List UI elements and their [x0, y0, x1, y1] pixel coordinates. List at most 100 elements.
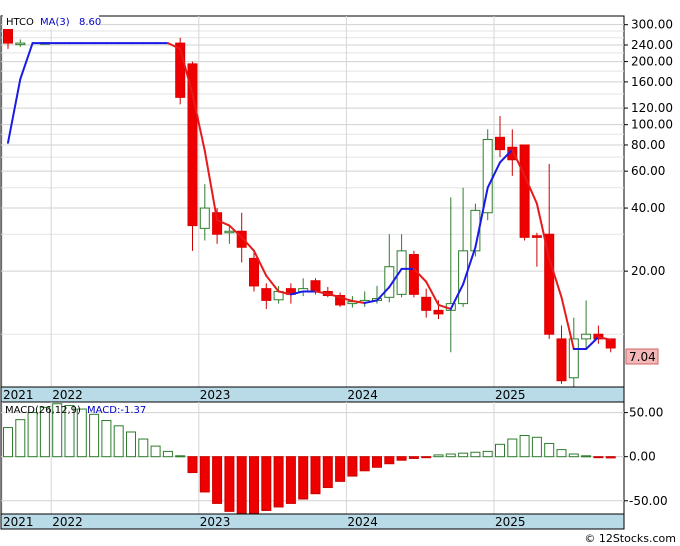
macd-bar [544, 442, 555, 458]
macd-bar [138, 438, 149, 458]
macd-bar [384, 456, 395, 465]
macd-bar [113, 425, 124, 458]
macd-bar [359, 456, 370, 472]
price-legend: HTCO MA(3) 8.60 [3, 15, 101, 29]
x-axis-label: 2022 [52, 515, 83, 529]
macd-bar [445, 453, 456, 458]
macd-bar [150, 445, 161, 458]
macd-title: MACD(26,12,9) [5, 405, 81, 416]
macd-bar [433, 454, 444, 458]
macd-bar [408, 456, 419, 459]
macd-bar [76, 408, 87, 458]
candle-body [15, 42, 26, 46]
watermark: © 12Stocks.com [584, 532, 676, 545]
candle-body [544, 233, 555, 335]
macd-bar [27, 412, 38, 458]
macd-bar [372, 456, 382, 468]
x-axis-label: 2024 [347, 388, 378, 402]
macd-y-tick-label: -50.00 [629, 494, 668, 508]
candle-body [421, 296, 432, 311]
macd-y-tick-label: 50.00 [629, 406, 663, 420]
candle-body [310, 280, 321, 292]
x-axis-label: 2024 [347, 515, 378, 529]
price-y-tick-label: 80.00 [631, 138, 665, 152]
macd-bar [89, 413, 100, 458]
macd-bar [605, 456, 616, 459]
macd-bar [507, 438, 518, 458]
macd-bar [199, 456, 210, 493]
macd-value: MACD:-1.37 [87, 405, 146, 416]
last-price-label: 7.04 [629, 350, 656, 364]
legend-ma-value: 8.60 [79, 17, 101, 28]
candle-body [261, 288, 272, 301]
macd-bar [15, 419, 26, 458]
macd-bar [212, 456, 223, 504]
x-axis-label: 2023 [200, 515, 231, 529]
x-axis-label: 2025 [495, 515, 526, 529]
price-y-tick-label: 200.00 [631, 55, 673, 69]
x-axis-label: 2023 [200, 388, 231, 402]
macd-bar [261, 456, 272, 511]
legend-symbol: HTCO [6, 17, 34, 28]
macd-bar [556, 449, 567, 458]
macd-bar [162, 450, 173, 458]
macd-bar [335, 456, 346, 482]
macd-panel: 50.00 0.00 -50.00 MACD(26,12,9) MACD:-1.37 [0, 401, 668, 515]
price-y-tick-label: 20.00 [631, 264, 665, 278]
macd-bar [495, 443, 505, 458]
x-axis-label: 2021 [3, 388, 34, 402]
x-axis-label: 2022 [52, 388, 83, 402]
macd-bar [519, 435, 530, 458]
macd-bar [470, 451, 481, 458]
price-y-tick-label: 60.00 [631, 164, 665, 178]
macd-bar [298, 456, 309, 500]
macd-bar [568, 453, 579, 458]
price-x-axis-strip [0, 386, 625, 403]
price-panel: 300.00 240.00 200.00 160.00 120.00 100.00 80.0… [0, 15, 673, 388]
x-axis-label: 2021 [3, 515, 34, 529]
x-axis-label: 2025 [495, 388, 526, 402]
price-y-tick-label: 240.00 [631, 38, 673, 52]
price-y-axis: 300.00 240.00 200.00 160.00 120.00 100.00 80.0… [624, 18, 673, 278]
macd-x-axis-strip [0, 513, 625, 530]
candle-body [433, 309, 444, 315]
macd-bar [224, 456, 235, 512]
macd-bar [187, 456, 198, 474]
macd-bar [421, 456, 432, 459]
price-y-tick-label: 100.00 [631, 118, 673, 132]
legend-ma-label: MA(3) [40, 17, 70, 28]
last-price-tag: 7.04 [625, 348, 659, 365]
candle-body [224, 230, 235, 234]
macd-bar [236, 456, 247, 514]
macd-bar [458, 452, 469, 458]
price-y-tick-label: 160.00 [631, 75, 673, 89]
price-y-tick-label: 120.00 [631, 101, 673, 115]
candle-body [581, 333, 592, 340]
macd-bar [482, 450, 493, 458]
macd-bar [101, 420, 112, 458]
candle-body [531, 235, 542, 238]
price-y-tick-label: 40.00 [631, 201, 665, 215]
candle-body [187, 63, 198, 227]
candle-body [408, 254, 419, 295]
macd-bar [273, 456, 284, 508]
stock-chart: 300.00 240.00 200.00 160.00 120.00 100.00 80.0… [0, 15, 676, 545]
candle-body [199, 207, 210, 229]
macd-bar [285, 456, 296, 504]
macd-x-axis: 2021 2022 2023 2024 2025 [0, 513, 625, 530]
macd-bar [126, 431, 136, 458]
price-y-tick-label: 300.00 [631, 18, 673, 32]
macd-bar [175, 455, 186, 458]
macd-bar [581, 455, 592, 458]
candle-body [556, 338, 567, 382]
candle-body [495, 136, 505, 151]
macd-bar [531, 436, 542, 458]
macd-bar [310, 456, 321, 495]
macd-bar [322, 456, 333, 489]
macd-bar [593, 456, 604, 459]
macd-bar [396, 456, 407, 461]
macd-y-axis: 50.00 0.00 -50.00 [624, 406, 668, 508]
candle-body [519, 144, 530, 238]
macd-bar [3, 427, 13, 458]
macd-y-tick-label: 0.00 [629, 450, 656, 464]
